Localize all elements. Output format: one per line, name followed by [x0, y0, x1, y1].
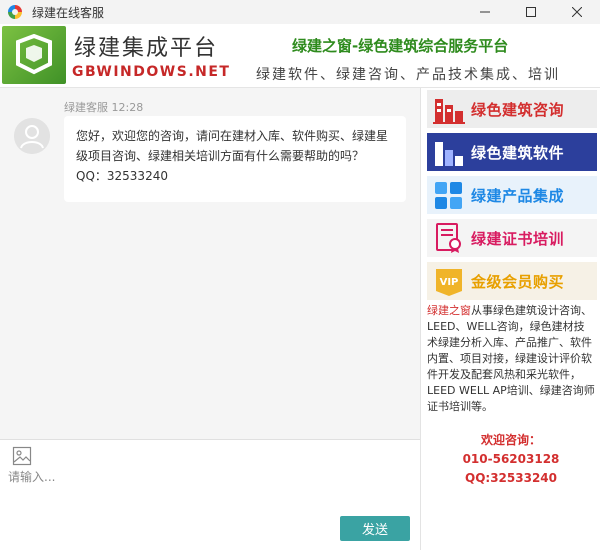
- message-bubble: 您好，欢迎您的咨询，请问在建材入库、软件购买、绿建星级项目咨询、绿建相关培训方面…: [64, 116, 406, 202]
- cube-logo-icon: [16, 34, 52, 75]
- message-meta: 绿建客服 12:28: [64, 99, 143, 115]
- service-label: 金级会员购买: [471, 272, 565, 291]
- blocks-icon: [427, 176, 471, 214]
- services-line: 绿建软件、绿建咨询、产品技术集成、培训: [256, 67, 560, 83]
- send-button[interactable]: 发送: [340, 516, 410, 541]
- chat-history[interactable]: 绿建客服 12:28 您好，欢迎您的咨询，请问在建材入库、软件购买、绿建星级项目…: [0, 88, 420, 439]
- message-time: 12:28: [111, 101, 144, 114]
- intro-text: 从事绿色建筑设计咨询、LEED、WELL咨询，绿色建材技术绿建分析入库、产品推广…: [427, 304, 595, 413]
- brand-logo[interactable]: [2, 26, 66, 84]
- brand-name: 绿建集成平台: [74, 36, 219, 61]
- service-label: 绿建产品集成: [471, 186, 565, 205]
- service-sidebar: 绿色建筑咨询 绿色建筑软件 绿建产品集成 绿建证书培训 VIP 金级会员购买 绿…: [420, 88, 600, 550]
- window-titlebar: 绿建在线客服: [0, 0, 600, 24]
- user-avatar-icon: [14, 118, 50, 154]
- service-label: 绿色建筑软件: [471, 143, 565, 162]
- slogan: 绿建之窗-绿色建筑综合服务平台: [292, 37, 509, 55]
- close-button[interactable]: [554, 0, 600, 24]
- contact-phone: 010-56203128: [462, 452, 560, 466]
- maximize-button[interactable]: [508, 0, 554, 24]
- certificate-icon: [427, 219, 471, 257]
- contact-qq: QQ:32533240: [465, 471, 557, 485]
- service-consulting-button[interactable]: 绿色建筑咨询: [427, 90, 597, 128]
- header-banner: 绿建集成平台 GBWINDOWS.NET 绿建之窗-绿色建筑综合服务平台 绿建软…: [0, 24, 600, 88]
- vip-icon: VIP: [427, 262, 471, 300]
- contact-title: 欢迎咨询：: [480, 433, 541, 447]
- company-intro: 绿建之窗从事绿色建筑设计咨询、LEED、WELL咨询，绿色建材技术绿建分析入库、…: [427, 303, 595, 415]
- image-icon: [12, 446, 32, 466]
- close-icon: [572, 7, 582, 17]
- minimize-icon: [480, 11, 490, 13]
- window-controls: [462, 0, 600, 24]
- message-composer: 发送: [0, 439, 420, 550]
- brand-url[interactable]: GBWINDOWS.NET: [72, 64, 230, 80]
- image-upload-button[interactable]: [12, 446, 32, 466]
- service-label: 绿色建筑咨询: [471, 100, 565, 119]
- service-software-button[interactable]: 绿色建筑软件: [427, 133, 597, 171]
- building-icon: [427, 90, 471, 128]
- minimize-button[interactable]: [462, 0, 508, 24]
- service-training-button[interactable]: 绿建证书培训: [427, 219, 597, 257]
- intro-highlight: 绿建之窗: [427, 304, 471, 317]
- svg-text:VIP: VIP: [440, 277, 459, 288]
- message-sender: 绿建客服: [64, 101, 108, 114]
- app-logo-icon: [8, 5, 22, 19]
- window-title: 绿建在线客服: [32, 5, 105, 20]
- service-products-button[interactable]: 绿建产品集成: [427, 176, 597, 214]
- agent-avatar: [14, 118, 50, 154]
- maximize-icon: [526, 7, 536, 17]
- service-label: 绿建证书培训: [471, 229, 565, 248]
- bar-chart-icon: [427, 133, 471, 171]
- service-vip-button[interactable]: VIP 金级会员购买: [427, 262, 597, 300]
